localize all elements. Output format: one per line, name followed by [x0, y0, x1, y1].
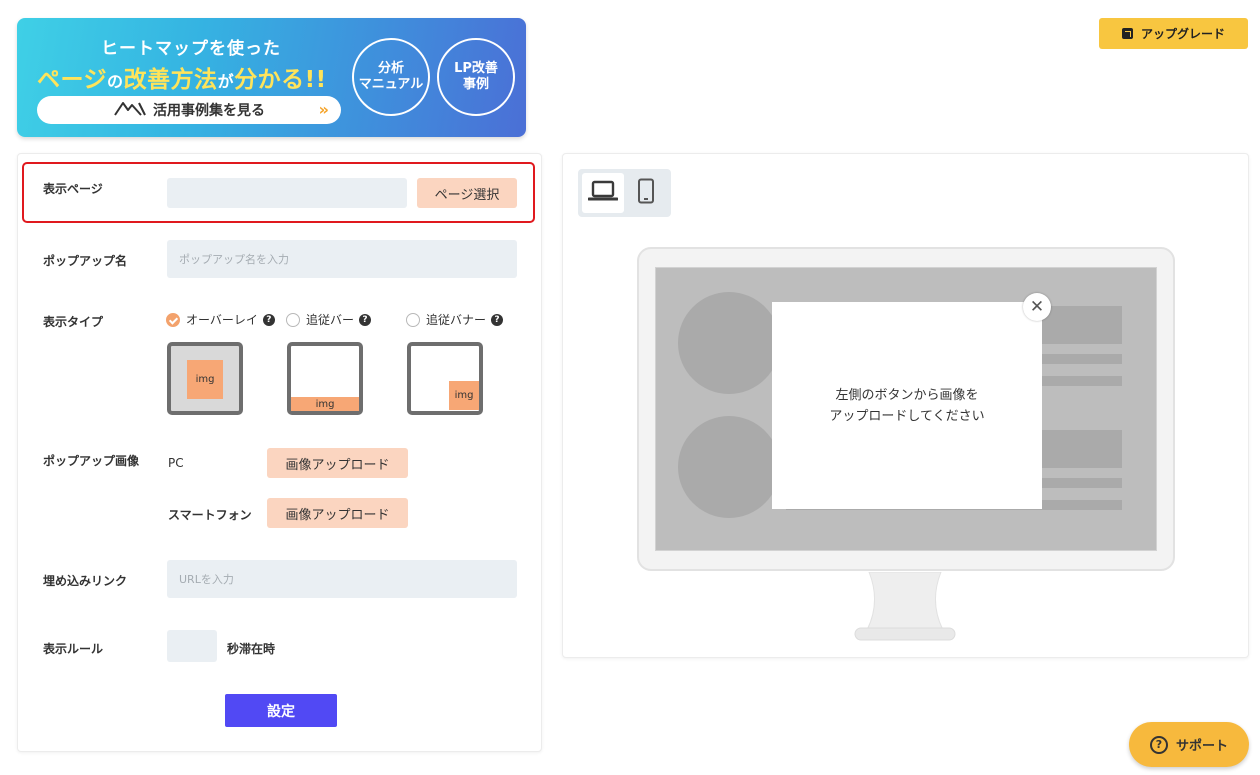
mountain-icon — [113, 99, 147, 121]
img-placeholder: img — [187, 360, 223, 399]
preview-panel: 左側のボタンから画像を アップロードしてください ✕ — [562, 153, 1249, 658]
banner-manual-link[interactable]: 分析 マニュアル — [352, 38, 430, 116]
monitor-frame: 左側のボタンから画像を アップロードしてください ✕ — [637, 247, 1175, 571]
popup-settings-form: 表示ページ ページ選択 ポップアップ名 ポップアップ名を入力 表示タイプ オーバ… — [17, 153, 542, 752]
submit-button[interactable]: 設定 — [225, 694, 337, 727]
stay-seconds-suffix: 秒滞在時 — [227, 642, 276, 656]
double-chevron-right-icon: » — [318, 100, 329, 119]
display-page-field[interactable] — [167, 178, 407, 208]
close-icon[interactable]: ✕ — [1023, 293, 1051, 321]
pc-preview-button[interactable] — [582, 173, 624, 213]
question-circle-icon: ? — [1149, 735, 1168, 754]
popup-name-label: ポップアップ名 — [43, 254, 128, 268]
radio-overlay[interactable]: オーバーレイ ? — [166, 311, 275, 328]
banner-cta-button[interactable]: 活用事例集を見る » — [37, 96, 341, 124]
stay-seconds-input[interactable] — [167, 630, 217, 662]
popup-preview: 左側のボタンから画像を アップロードしてください — [772, 302, 1042, 509]
radio-unchecked-icon[interactable] — [286, 312, 300, 327]
popup-image-label: ポップアップ画像 — [43, 454, 140, 468]
embed-link-label: 埋め込みリンク — [43, 574, 128, 588]
banner-subheadline: ページの改善方法が分かる!! — [37, 67, 327, 93]
help-icon[interactable]: ? — [359, 313, 372, 326]
device-toggle — [578, 169, 671, 217]
radio-follow-banner[interactable]: 追従バナー ? — [406, 311, 504, 328]
pc-image-upload-button[interactable]: 画像アップロード — [267, 448, 408, 478]
laptop-icon — [587, 179, 619, 207]
help-icon[interactable]: ? — [491, 313, 504, 326]
promo-banner[interactable]: ヒートマップを使った ページの改善方法が分かる!! 活用事例集を見る » 分析 … — [17, 18, 526, 137]
display-type-label: 表示タイプ — [43, 315, 104, 329]
img-placeholder: img — [449, 381, 479, 410]
display-page-label: 表示ページ — [43, 182, 103, 196]
overlay-type-thumbnail[interactable]: img — [167, 342, 243, 415]
follow-banner-type-thumbnail[interactable]: img — [407, 342, 483, 415]
display-rule-label: 表示ルール — [43, 642, 104, 656]
monitor-stand — [849, 571, 961, 642]
smartphone-image-upload-button[interactable]: 画像アップロード — [267, 498, 408, 528]
banner-headline: ヒートマップを使った — [101, 39, 281, 59]
external-link-icon — [1121, 28, 1133, 39]
popup-message: 左側のボタンから画像を アップロードしてください — [829, 387, 985, 424]
follow-bar-type-thumbnail[interactable]: img — [287, 342, 363, 415]
smartphone-label: スマートフォン — [168, 508, 252, 522]
smartphone-preview-button[interactable] — [625, 173, 667, 213]
radio-checked-icon[interactable] — [166, 312, 180, 327]
img-placeholder: img — [291, 397, 359, 411]
upgrade-button[interactable]: アップグレード — [1099, 18, 1248, 49]
support-button[interactable]: ? サポート — [1129, 722, 1249, 767]
help-icon[interactable]: ? — [262, 313, 275, 326]
pc-label: PC — [168, 456, 184, 470]
radio-unchecked-icon[interactable] — [406, 312, 420, 327]
banner-cta-label: 活用事例集を見る — [153, 103, 265, 119]
page-select-button[interactable]: ページ選択 — [417, 178, 517, 208]
embed-link-input[interactable]: URLを入力 — [167, 560, 517, 598]
radio-follow-bar[interactable]: 追従バー ? — [286, 311, 372, 328]
popup-name-input[interactable]: ポップアップ名を入力 — [167, 240, 517, 278]
banner-lp-case-link[interactable]: LP改善 事例 — [437, 38, 515, 116]
placeholder-circle — [678, 292, 780, 394]
smartphone-icon — [637, 178, 655, 208]
placeholder-circle — [678, 416, 780, 518]
